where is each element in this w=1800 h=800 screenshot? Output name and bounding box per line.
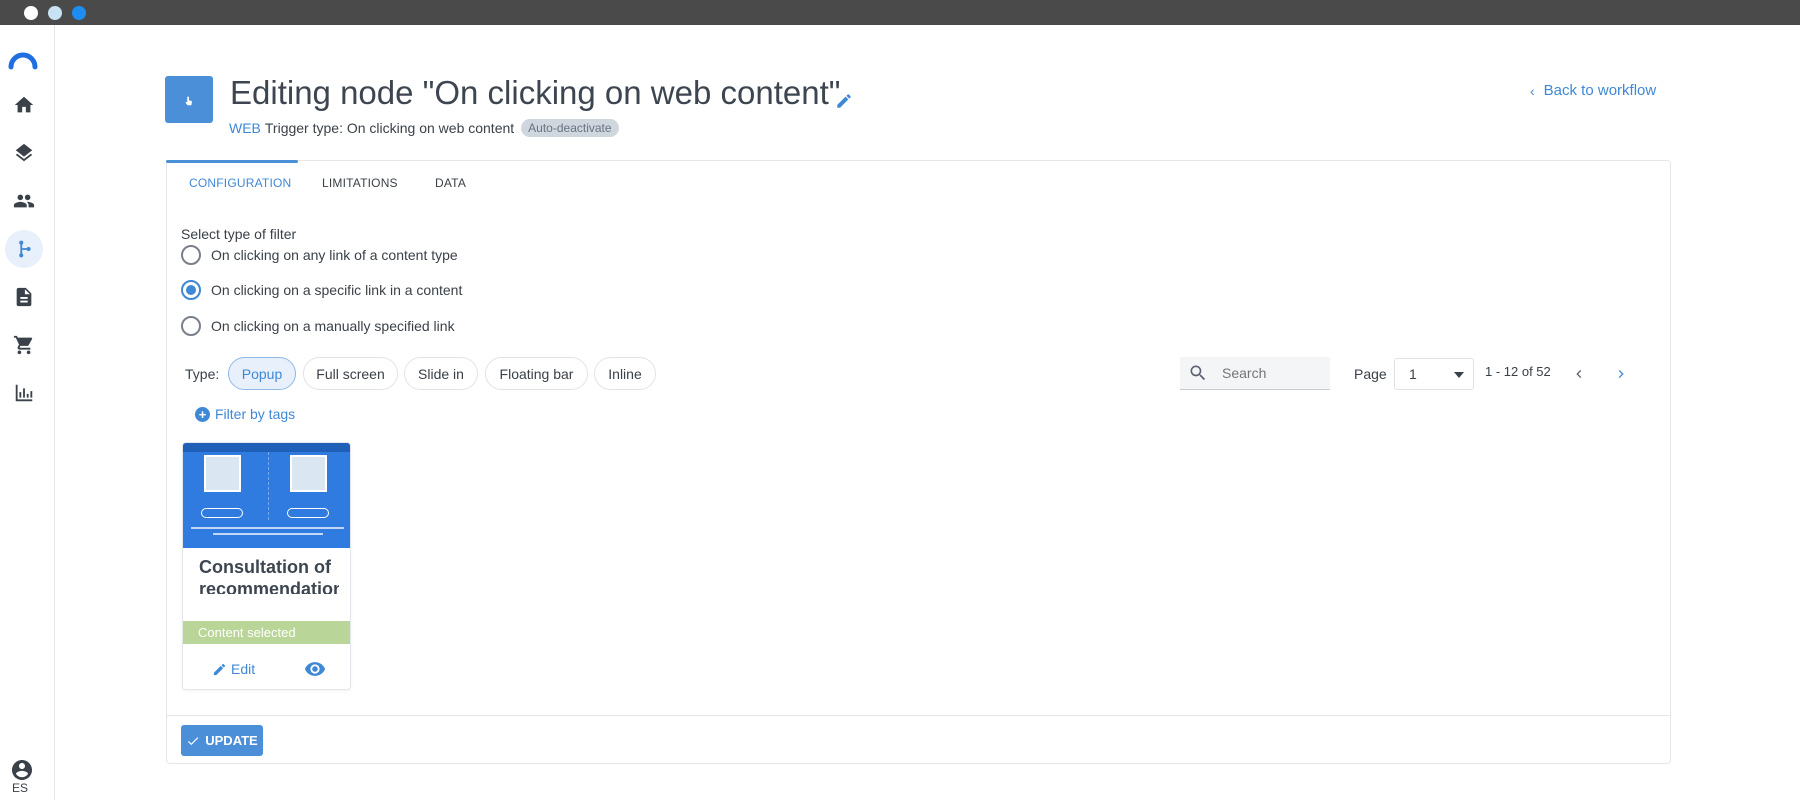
tab-configuration[interactable]: CONFIGURATION xyxy=(189,176,291,190)
back-to-workflow-link[interactable]: ‹ Back to workflow xyxy=(1530,82,1656,99)
sidebar-item-workflow[interactable] xyxy=(5,230,43,268)
sidebar-item-people[interactable] xyxy=(5,182,43,220)
radio-label: On clicking on a manually specified link xyxy=(211,318,455,334)
radio-label: On clicking on any link of a content typ… xyxy=(211,247,458,263)
layers-icon xyxy=(15,143,33,162)
content-selected-status: Content selected xyxy=(183,621,350,644)
edit-content-button[interactable]: Edit xyxy=(212,661,255,677)
chip-slide-in[interactable]: Slide in xyxy=(404,357,478,390)
node-subtitle: WEB Trigger type: On clicking on web con… xyxy=(229,119,619,137)
page-select[interactable]: 1 xyxy=(1394,358,1474,390)
pencil-icon xyxy=(213,663,226,675)
active-tab-indicator xyxy=(166,160,298,163)
edit-title-pencil-icon[interactable] xyxy=(835,92,853,110)
page-label: Page xyxy=(1354,366,1387,382)
preview-eye-icon[interactable] xyxy=(302,658,328,680)
previous-page-button[interactable] xyxy=(1567,362,1591,386)
radio-button-checked[interactable] xyxy=(181,280,201,300)
sidebar: ES xyxy=(0,25,55,800)
sidebar-item-cart[interactable] xyxy=(5,326,43,364)
back-link-label: Back to workflow xyxy=(1543,82,1657,99)
image-placeholder-icon xyxy=(204,455,241,492)
sidebar-item-documents[interactable] xyxy=(5,278,43,316)
auto-deactivate-badge: Auto-deactivate xyxy=(521,119,619,137)
workflow-icon xyxy=(19,240,31,258)
app-logo-icon[interactable] xyxy=(7,45,39,77)
bar-chart-icon xyxy=(15,384,33,402)
user-account-icon[interactable] xyxy=(10,758,34,782)
window-titlebar xyxy=(0,0,1800,25)
tab-data[interactable]: DATA xyxy=(435,176,466,190)
edit-label: Edit xyxy=(231,661,256,677)
content-title: Consultation of recommendations xyxy=(199,557,339,594)
caret-down-icon xyxy=(1454,372,1464,378)
add-circle-icon: + xyxy=(195,406,210,422)
filter-by-tags-link[interactable]: + Filter by tags xyxy=(195,406,295,422)
sidebar-item-layers[interactable] xyxy=(5,134,43,172)
chip-full-screen[interactable]: Full screen xyxy=(303,357,398,390)
channel-label: WEB xyxy=(229,120,261,136)
language-indicator[interactable]: ES xyxy=(12,781,28,795)
chevron-left-icon: ‹ xyxy=(1530,82,1535,99)
chip-popup[interactable]: Popup xyxy=(228,357,296,390)
chip-floating-bar[interactable]: Floating bar xyxy=(485,357,588,390)
chevron-right-icon xyxy=(1618,370,1624,378)
footer-divider xyxy=(167,715,1670,716)
window-minimize-button[interactable] xyxy=(48,6,62,20)
pointer-click-icon xyxy=(185,96,192,105)
radio-button[interactable] xyxy=(181,316,201,336)
filter-tags-label: Filter by tags xyxy=(215,406,296,422)
radio-any-link[interactable]: On clicking on any link of a content typ… xyxy=(181,245,458,265)
sidebar-item-home[interactable] xyxy=(5,86,43,124)
check-icon xyxy=(188,736,199,745)
filter-type-label: Select type of filter xyxy=(181,226,297,242)
pagination-range: 1 - 12 of 52 xyxy=(1485,364,1551,379)
content-thumbnail xyxy=(183,443,350,548)
content-card-actions: Edit xyxy=(183,649,350,689)
radio-button[interactable] xyxy=(181,245,201,265)
home-icon xyxy=(14,96,34,113)
update-label: UPDATE xyxy=(205,733,258,748)
cart-icon xyxy=(13,335,33,355)
search-box[interactable] xyxy=(1180,357,1330,390)
page-title: Editing node "On clicking on web content… xyxy=(230,74,841,111)
tab-limitations[interactable]: LIMITATIONS xyxy=(322,176,398,190)
next-page-button[interactable] xyxy=(1609,362,1633,386)
trigger-type-text: Trigger type: On clicking on web content xyxy=(264,120,515,136)
chevron-left-icon xyxy=(1576,370,1582,378)
search-input[interactable] xyxy=(1222,365,1322,381)
chip-inline[interactable]: Inline xyxy=(594,357,656,390)
type-filter-label: Type: xyxy=(185,366,220,382)
node-type-icon xyxy=(165,76,213,123)
radio-label: On clicking on a specific link in a cont… xyxy=(211,282,463,298)
window-maximize-button[interactable] xyxy=(72,6,86,20)
page-select-value: 1 xyxy=(1409,366,1417,382)
search-icon xyxy=(1190,365,1206,381)
radio-manual-link[interactable]: On clicking on a manually specified link xyxy=(181,316,455,336)
document-icon xyxy=(16,287,32,307)
people-icon xyxy=(13,194,35,208)
image-placeholder-icon xyxy=(290,455,327,492)
sidebar-item-analytics[interactable] xyxy=(5,374,43,412)
radio-specific-link[interactable]: On clicking on a specific link in a cont… xyxy=(181,280,462,300)
update-button[interactable]: UPDATE xyxy=(181,725,263,756)
window-close-button[interactable] xyxy=(24,6,38,20)
content-card[interactable]: Consultation of recommendations Content … xyxy=(182,442,351,690)
